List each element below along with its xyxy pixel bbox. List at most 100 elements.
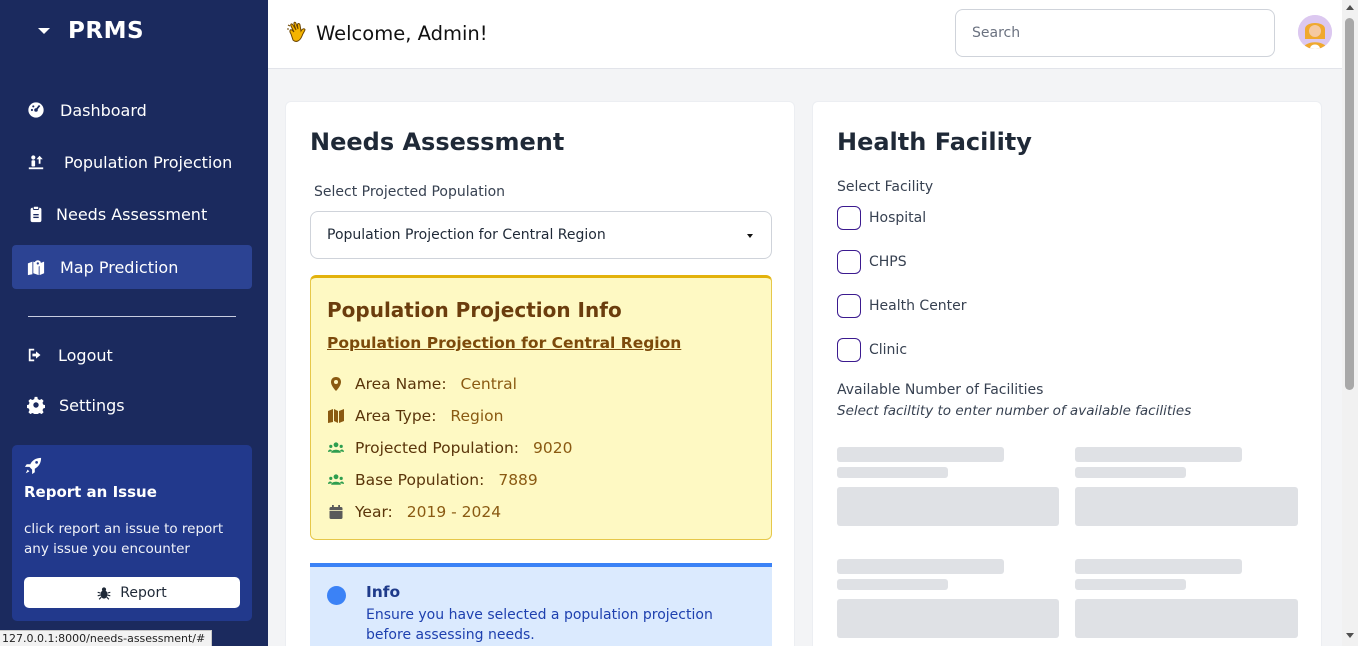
sidebar-item-label: Settings (59, 395, 125, 415)
bug-icon (97, 586, 111, 600)
facility-option-label: CHPS (869, 254, 907, 270)
area-name-value: Central (460, 375, 517, 393)
sidebar-divider (28, 316, 236, 317)
sidebar-item-needs-assessment[interactable]: Needs Assessment (12, 192, 252, 236)
sidebar-item-logout[interactable]: Logout (12, 333, 252, 377)
skeleton-sublabel (837, 467, 948, 478)
skeleton-label (837, 447, 1004, 462)
health-facility-title: Health Facility (837, 128, 1032, 156)
sidebar-item-dashboard[interactable]: Dashboard (12, 88, 252, 132)
sidebar-item-population-projection[interactable]: Population Projection (12, 140, 252, 184)
area-type-label: Area Type: (355, 407, 437, 425)
gauge-icon (26, 100, 46, 120)
area-name-label: Area Name: (355, 375, 447, 393)
welcome-text: Welcome, Admin! (316, 21, 488, 45)
scroll-down-arrow-icon[interactable] (1346, 633, 1354, 638)
skeleton-label (1075, 447, 1242, 462)
facility-checkbox-clinic[interactable]: Clinic (837, 338, 907, 362)
page-scrollbar[interactable] (1342, 0, 1358, 646)
brand[interactable]: PRMS (38, 18, 144, 44)
base-population-value: 7889 (498, 471, 538, 489)
checkbox[interactable] (837, 338, 861, 362)
facility-option-label: Clinic (869, 342, 908, 358)
chevron-down-icon (747, 234, 753, 238)
facility-checkbox-chps[interactable]: CHPS (837, 250, 907, 274)
checkbox[interactable] (837, 250, 861, 274)
users-icon (327, 472, 345, 488)
population-select[interactable]: Population Projection for Central Region (310, 211, 772, 259)
users-icon (327, 440, 345, 456)
map-marker-icon (327, 376, 345, 392)
population-projection-info: Population Projection Info Population Pr… (310, 275, 772, 540)
facility-checkbox-health-center[interactable]: Health Center (837, 294, 967, 318)
base-population-label: Base Population: (355, 471, 485, 489)
report-issue-title: Report an Issue (24, 483, 157, 501)
sidebar-item-label: Map Prediction (60, 257, 179, 277)
projected-population-row: Projected Population: 9020 (327, 439, 572, 457)
sidebar-item-label: Logout (58, 345, 113, 365)
sidebar: PRMS Dashboard Population Projection Nee… (0, 0, 268, 646)
report-issue-description: click report an issue to report any issu… (24, 521, 224, 557)
top-bar: Welcome, Admin! (268, 0, 1342, 69)
map-icon (327, 408, 345, 424)
skeleton-input (837, 599, 1059, 638)
skeleton-label (1075, 559, 1242, 574)
projection-link[interactable]: Population Projection for Central Region (327, 334, 681, 352)
projected-population-value: 9020 (533, 439, 573, 457)
report-button-label: Report (120, 584, 167, 601)
population-select-value: Population Projection for Central Region (327, 227, 606, 243)
area-type-value: Region (450, 407, 504, 425)
info-alert-text: Ensure you have selected a population pr… (366, 607, 713, 643)
area-name-row: Area Name: Central (327, 375, 517, 393)
projection-info-title: Population Projection Info (327, 298, 622, 322)
projected-population-label: Projected Population: (355, 439, 519, 457)
info-alert: Info Ensure you have selected a populati… (310, 563, 772, 646)
brand-title: PRMS (68, 18, 145, 44)
year-label: Year: (355, 503, 393, 521)
base-population-row: Base Population: 7889 (327, 471, 538, 489)
sidebar-item-map-prediction[interactable]: Map Prediction (12, 245, 252, 289)
skeleton-input (837, 487, 1059, 526)
info-alert-title: Info (366, 583, 401, 601)
avatar[interactable] (1298, 15, 1332, 49)
facility-checkbox-hospital[interactable]: Hospital (837, 206, 926, 230)
sign-out-icon (26, 345, 46, 365)
gear-icon (26, 395, 46, 415)
skeleton-sublabel (1075, 579, 1186, 590)
calendar-icon (327, 504, 345, 520)
user-avatar-icon (1298, 15, 1332, 49)
select-population-label: Select Projected Population (314, 184, 506, 200)
skeleton-input (1075, 599, 1298, 638)
clipboard-icon (26, 204, 46, 224)
checkbox[interactable] (837, 294, 861, 318)
search-input[interactable] (955, 9, 1275, 57)
sidebar-item-label: Population Projection (64, 152, 233, 172)
available-facilities-label: Available Number of Facilities (837, 382, 1044, 398)
health-facility-card: Health Facility Select Facility Hospital… (812, 101, 1322, 646)
available-facilities-hint: Select faciltity to enter number of avai… (837, 403, 1192, 419)
sidebar-item-label: Needs Assessment (56, 204, 208, 224)
rocket-icon (24, 457, 42, 475)
report-issue-card: Report an Issue click report an issue to… (12, 445, 252, 621)
map-location-icon (26, 257, 46, 277)
skeleton-sublabel (837, 579, 948, 590)
report-button[interactable]: Report (24, 577, 240, 608)
facility-option-label: Hospital (869, 210, 927, 226)
scroll-thumb[interactable] (1345, 18, 1354, 390)
year-value: 2019 - 2024 (406, 503, 502, 521)
caret-down-icon[interactable] (38, 28, 50, 34)
scroll-up-arrow-icon[interactable] (1346, 5, 1354, 10)
sidebar-item-settings[interactable]: Settings (12, 383, 252, 427)
needs-assessment-title: Needs Assessment (310, 128, 565, 156)
info-dot-icon (327, 586, 346, 605)
facility-option-label: Health Center (869, 298, 967, 314)
year-row: Year: 2019 - 2024 (327, 503, 501, 521)
checkbox[interactable] (837, 206, 861, 230)
select-facility-label: Select Facility (837, 179, 934, 195)
waving-hand-icon (287, 21, 306, 42)
area-type-row: Area Type: Region (327, 407, 503, 425)
skeleton-sublabel (1075, 467, 1186, 478)
status-url: 127.0.0.1:8000/needs-assessment/# (0, 630, 213, 646)
people-up-icon (26, 152, 46, 172)
skeleton-label (837, 559, 1004, 574)
